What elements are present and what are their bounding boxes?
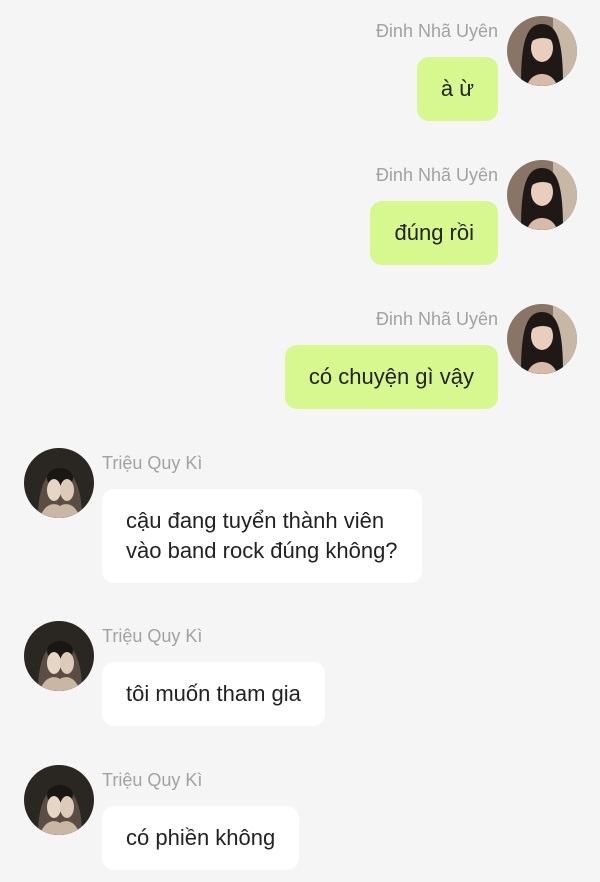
sender-name: Triệu Quy Kì <box>102 453 203 473</box>
chat-thread: Đinh Nhã Uyên à ừ Đinh Nhã Uyên đúng rồi <box>0 0 600 882</box>
male-avatar[interactable] <box>24 621 94 691</box>
message-row: Đinh Nhã Uyên có chuyện gì vậy <box>0 304 600 414</box>
message-bubble[interactable]: cậu đang tuyển thành viên vào band rock … <box>102 489 422 583</box>
sender-name: Đinh Nhã Uyên <box>375 21 498 41</box>
message-bubble[interactable]: tôi muốn tham gia <box>102 662 325 726</box>
sender-name: Triệu Quy Kì <box>102 770 203 790</box>
message-bubble[interactable]: có chuyện gì vậy <box>284 345 498 409</box>
message-row: Triệu Quy Kì có phiền không <box>0 765 600 875</box>
message-row: Triệu Quy Kì tôi muốn tham gia <box>0 621 600 731</box>
male-avatar[interactable] <box>24 765 94 835</box>
message-row: Triệu Quy Kì cậu đang tuyển thành viên v… <box>0 448 600 588</box>
sender-name: Đinh Nhã Uyên <box>375 165 498 185</box>
female-avatar[interactable] <box>507 160 577 230</box>
message-bubble[interactable]: đúng rồi <box>370 201 498 265</box>
message-bubble[interactable]: có phiền không <box>102 806 300 870</box>
female-avatar[interactable] <box>507 16 577 86</box>
sender-name: Đinh Nhã Uyên <box>375 309 498 329</box>
message-row: Đinh Nhã Uyên à ừ <box>0 16 600 126</box>
male-avatar[interactable] <box>24 448 94 518</box>
message-row: Đinh Nhã Uyên đúng rồi <box>0 160 600 270</box>
sender-name: Triệu Quy Kì <box>102 626 203 646</box>
message-bubble[interactable]: à ừ <box>416 57 498 121</box>
female-avatar[interactable] <box>507 304 577 374</box>
